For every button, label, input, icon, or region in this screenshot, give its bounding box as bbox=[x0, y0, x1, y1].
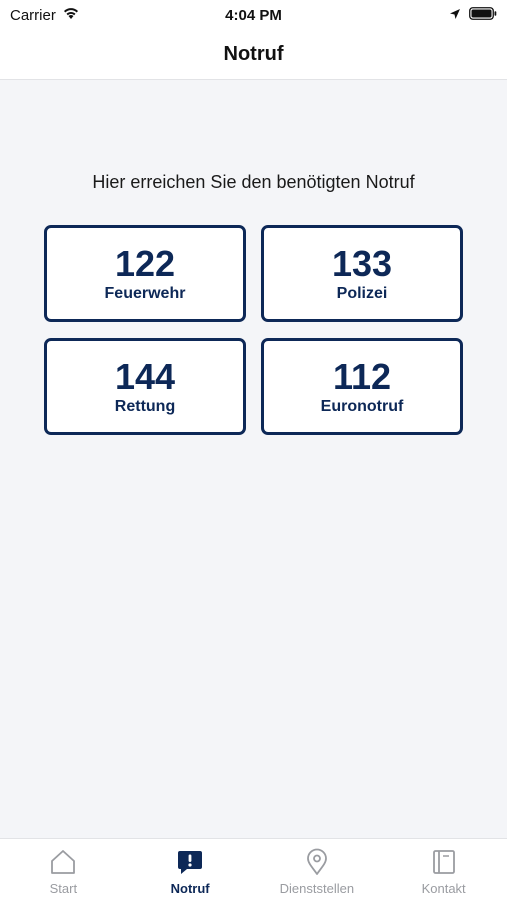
emergency-label: Feuerwehr bbox=[104, 284, 186, 302]
status-right bbox=[449, 6, 497, 24]
battery-icon bbox=[469, 6, 497, 24]
contact-book-icon bbox=[429, 847, 459, 877]
emergency-card-euronotruf[interactable]: 112 Euronotruf bbox=[261, 338, 463, 435]
emergency-card-rettung[interactable]: 144 Rettung bbox=[44, 338, 246, 435]
emergency-number: 133 bbox=[331, 242, 393, 284]
emergency-number: 144 bbox=[114, 355, 176, 397]
page-title: Notruf bbox=[223, 43, 284, 65]
emergency-number: 112 bbox=[332, 355, 392, 397]
tab-start[interactable]: Start bbox=[0, 839, 127, 900]
tab-label: Notruf bbox=[170, 881, 210, 896]
intro-text: Hier erreichen Sie den benötigten Notruf bbox=[92, 172, 415, 192]
emergency-label: Polizei bbox=[336, 284, 388, 302]
wifi-icon bbox=[62, 6, 80, 24]
tab-bar: Start Notruf Dienststellen Kontakt bbox=[0, 838, 507, 900]
tab-label: Dienststellen bbox=[279, 881, 355, 896]
emergency-number: 122 bbox=[114, 242, 176, 284]
emergency-card-feuerwehr[interactable]: 122 Feuerwehr bbox=[44, 225, 246, 322]
status-bar: Carrier 4:04 PM bbox=[0, 0, 507, 30]
emergency-number-grid: 122 Feuerwehr 133 Polizei 144 Rettung 11… bbox=[44, 225, 463, 435]
home-icon bbox=[48, 847, 78, 877]
tab-label: Start bbox=[49, 881, 78, 896]
emergency-label: Euronotruf bbox=[320, 397, 404, 415]
carrier-label: Carrier bbox=[10, 6, 56, 24]
status-left: Carrier bbox=[10, 6, 80, 24]
tab-kontakt[interactable]: Kontakt bbox=[380, 839, 507, 900]
tab-label: Kontakt bbox=[421, 881, 466, 896]
location-pin-icon bbox=[302, 847, 332, 877]
main-content: Hier erreichen Sie den benötigten Notruf… bbox=[0, 80, 507, 838]
location-arrow-icon bbox=[449, 7, 461, 24]
emergency-card-polizei[interactable]: 133 Polizei bbox=[261, 225, 463, 322]
alert-bubble-icon bbox=[175, 847, 205, 877]
emergency-label: Rettung bbox=[114, 397, 176, 415]
tab-dienststellen[interactable]: Dienststellen bbox=[254, 839, 381, 900]
tab-notruf[interactable]: Notruf bbox=[127, 839, 254, 900]
navigation-bar: Notruf bbox=[0, 30, 507, 80]
